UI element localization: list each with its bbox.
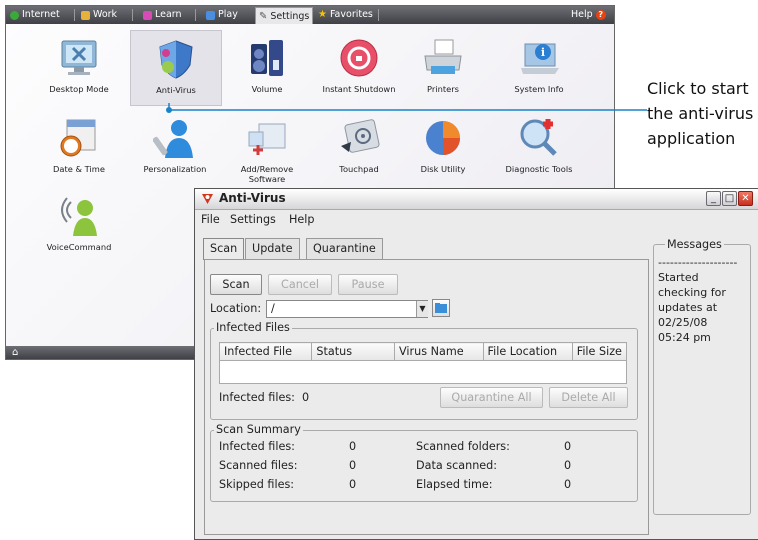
message-line: updates at — [658, 301, 718, 314]
message-line: Started — [658, 271, 699, 284]
column-virus-name[interactable]: Virus Name — [394, 342, 484, 361]
scan-button[interactable]: Scan — [210, 274, 262, 295]
column-file-location[interactable]: File Location — [482, 342, 573, 361]
table-header-row: Infected File Status Virus Name File Loc… — [218, 342, 628, 361]
column-infected-file[interactable]: Infected File — [218, 342, 313, 361]
tab-scan[interactable]: Scan — [203, 238, 245, 260]
summary-label: Scanned folders: — [416, 440, 510, 453]
tab-update[interactable]: Update — [245, 238, 300, 259]
infected-count-value: 0 — [302, 391, 310, 404]
close-button[interactable]: ✕ — [738, 191, 753, 206]
minimize-button[interactable]: _ — [706, 191, 721, 206]
shield-icon — [202, 194, 213, 204]
infected-files-group-label: Infected Files — [214, 321, 292, 334]
summary-value: 0 — [349, 459, 357, 472]
anti-virus-window: Anti-Virus _ □ ✕ File Settings Help Scan… — [194, 188, 758, 540]
column-file-size[interactable]: File Size — [571, 342, 628, 361]
quarantine-all-button[interactable]: Quarantine All — [440, 387, 543, 408]
message-line: 02/25/08 — [658, 316, 708, 329]
callout-text: Click to start the anti-virus applicatio… — [647, 76, 757, 151]
messages-title: Messages — [665, 238, 724, 251]
summary-label: Skipped files: — [219, 478, 295, 491]
callout-line: application — [647, 129, 736, 148]
summary-value: 0 — [564, 440, 572, 453]
maximize-button[interactable]: □ — [722, 191, 737, 206]
message-separator: -------------------- — [658, 256, 738, 269]
infected-count-label: Infected files: — [219, 391, 295, 404]
menu-settings[interactable]: Settings — [230, 213, 276, 226]
menu-bar: File Settings Help — [195, 210, 758, 230]
summary-label: Scanned files: — [219, 459, 298, 472]
summary-value: 0 — [349, 478, 357, 491]
menu-file[interactable]: File — [201, 213, 220, 226]
menu-help[interactable]: Help — [289, 213, 315, 226]
summary-value: 0 — [564, 459, 572, 472]
summary-label: Data scanned: — [416, 459, 498, 472]
location-label: Location: — [210, 302, 262, 315]
infected-files-table[interactable]: Infected File Status Virus Name File Loc… — [218, 342, 628, 384]
callout-line: Click to start — [647, 79, 749, 98]
column-status[interactable]: Status — [311, 342, 396, 361]
summary-value: 0 — [564, 478, 572, 491]
message-line: checking for — [658, 286, 726, 299]
message-line: 05:24 pm — [658, 331, 711, 344]
pause-button[interactable]: Pause — [338, 274, 398, 295]
window-titlebar[interactable]: Anti-Virus _ □ ✕ — [195, 189, 758, 210]
scan-summary-group-label: Scan Summary — [214, 423, 303, 436]
window-title: Anti-Virus — [219, 191, 286, 205]
summary-value: 0 — [349, 440, 357, 453]
messages-content: -------------------- Started checking fo… — [658, 255, 750, 345]
cancel-button[interactable]: Cancel — [268, 274, 332, 295]
callout-line: the anti-virus — [647, 104, 754, 123]
table-empty-row — [219, 360, 627, 384]
summary-label: Infected files: — [219, 440, 295, 453]
chevron-down-icon[interactable]: ▼ — [416, 301, 428, 317]
location-input[interactable]: / — [266, 300, 428, 318]
delete-all-button[interactable]: Delete All — [549, 387, 628, 408]
folder-icon — [435, 303, 447, 313]
summary-label: Elapsed time: — [416, 478, 493, 491]
browse-button[interactable] — [432, 299, 450, 317]
tab-quarantine[interactable]: Quarantine — [306, 238, 383, 259]
